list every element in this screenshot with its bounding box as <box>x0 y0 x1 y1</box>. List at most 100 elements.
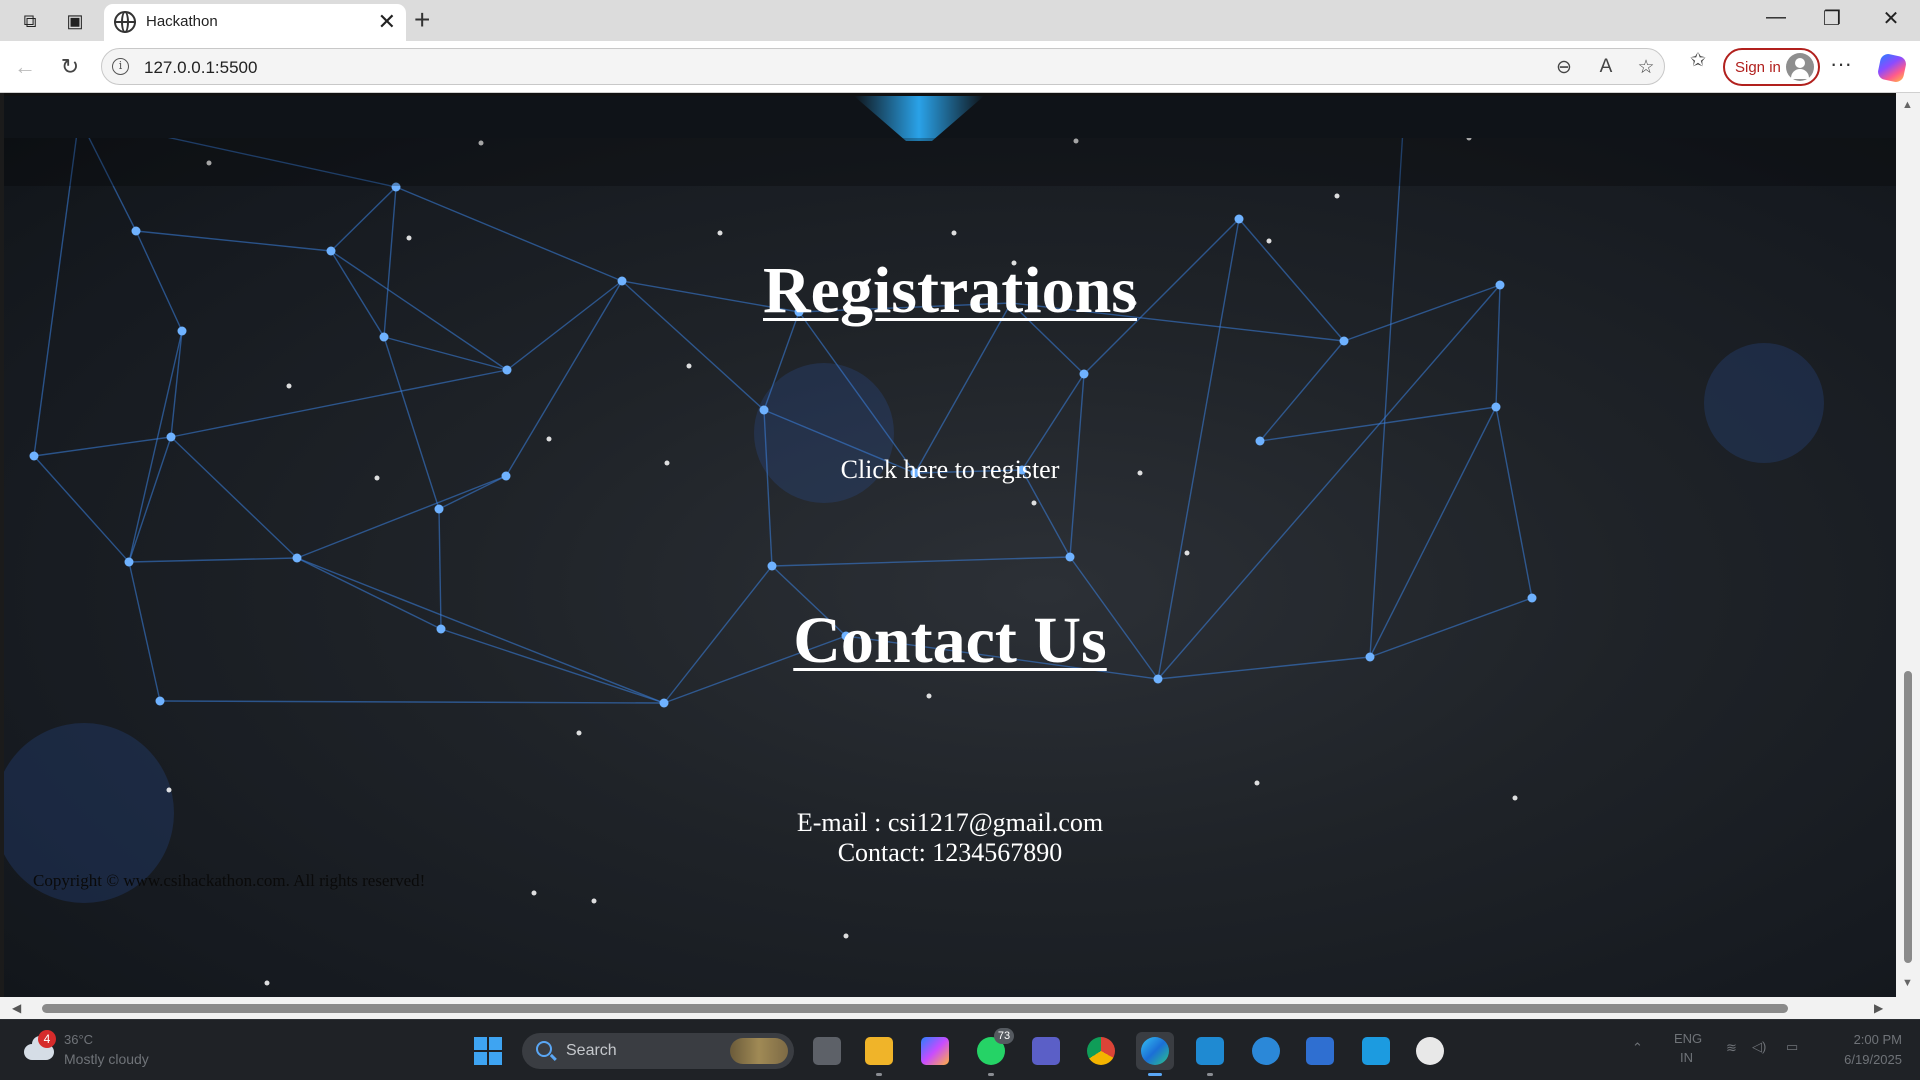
profile-avatar-icon <box>1786 53 1814 81</box>
more-options-icon[interactable]: ··· <box>1830 51 1852 77</box>
network-node <box>1491 402 1501 412</box>
network-node <box>155 696 165 706</box>
star-dot <box>951 230 957 236</box>
network-line <box>170 369 508 438</box>
vertical-scroll-thumb[interactable] <box>1904 671 1912 963</box>
teams-app[interactable] <box>1027 1032 1065 1070</box>
taskbar-search[interactable]: Search <box>522 1033 794 1069</box>
workspaces-icon[interactable]: ⧉ <box>17 8 43 34</box>
weather-widget[interactable]: 4 36°C Mostly cloudy <box>20 1030 170 1072</box>
scroll-up-icon[interactable]: ▲ <box>1902 99 1913 111</box>
network-line <box>1259 340 1345 442</box>
contact-heading: Contact Us <box>793 604 1107 677</box>
tray-overflow-icon[interactable]: ⌃ <box>1632 1040 1643 1056</box>
star-dot <box>546 436 552 442</box>
star-dot <box>406 235 412 241</box>
address-bar[interactable]: i 127.0.0.1:5500 ⊖ A ☆ <box>101 48 1665 85</box>
weather-badge: 4 <box>38 1030 56 1048</box>
star-dot <box>166 787 172 793</box>
volume-icon[interactable]: ◁) <box>1752 1039 1766 1055</box>
star-dot <box>576 730 582 736</box>
star-dot <box>717 230 723 236</box>
store-app[interactable] <box>1301 1032 1339 1070</box>
refresh-icon[interactable]: ↻ <box>54 51 86 83</box>
network-line <box>1369 112 1405 658</box>
network-line <box>135 230 332 252</box>
clock-app[interactable] <box>1411 1032 1449 1070</box>
close-tab-icon[interactable]: ✕ <box>378 9 396 35</box>
language-indicator-bottom[interactable]: IN <box>1680 1050 1693 1065</box>
myhp-app[interactable] <box>1357 1032 1395 1070</box>
vscode-app[interactable] <box>1191 1032 1229 1076</box>
edge-app[interactable] <box>1136 1032 1174 1076</box>
windows-taskbar: 4 36°C Mostly cloudy Search 73 ⌃ ENG IN … <box>0 1019 1920 1080</box>
minimize-icon[interactable]: — <box>1756 6 1796 29</box>
register-link[interactable]: Click here to register <box>4 455 1896 485</box>
star-dot <box>531 890 537 896</box>
whatsapp-badge: 73 <box>994 1028 1014 1044</box>
weather-condition: Mostly cloudy <box>64 1051 149 1067</box>
star-dot <box>1266 238 1272 244</box>
clock-date: 6/19/2025 <box>1844 1052 1902 1067</box>
registrations-heading: Registrations <box>763 254 1137 327</box>
read-aloud-icon[interactable]: A <box>1592 56 1620 78</box>
globe-icon <box>114 11 136 33</box>
vertical-scrollbar[interactable]: ▲ ▼ <box>1896 93 1920 997</box>
network-line <box>33 436 172 457</box>
network-line <box>128 330 183 563</box>
sign-in-button[interactable]: Sign in <box>1723 48 1820 86</box>
language-indicator-top[interactable]: ENG <box>1674 1031 1702 1046</box>
restore-icon[interactable]: ❐ <box>1812 6 1852 31</box>
url-text[interactable]: 127.0.0.1:5500 <box>144 58 257 78</box>
network-node <box>1339 336 1349 346</box>
network-node <box>124 557 134 567</box>
network-node <box>1234 214 1244 224</box>
back-arrow-icon[interactable]: ← <box>9 51 41 83</box>
clock-time: 2:00 PM <box>1853 1032 1902 1047</box>
star-dot <box>591 898 597 904</box>
system-clock[interactable]: 2:00 PM 6/19/2025 <box>1822 1030 1902 1070</box>
network-line <box>296 475 507 559</box>
whatsapp-app[interactable]: 73 <box>972 1028 1014 1076</box>
tab-hackathon[interactable]: Hackathon ✕ <box>104 4 406 41</box>
contact-email: E-mail : csi1217@gmail.com <box>796 808 1104 837</box>
scroll-right-icon[interactable]: ▶ <box>1874 1001 1883 1015</box>
site-header <box>4 93 1896 141</box>
network-node <box>1255 436 1265 446</box>
battery-icon[interactable]: ▭ <box>1786 1039 1798 1055</box>
weather-temp: 36°C <box>64 1032 94 1047</box>
zoom-out-icon[interactable]: ⊖ <box>1550 56 1578 79</box>
site-info-icon[interactable]: i <box>112 58 129 75</box>
contact-phone: Contact: 1234567890 <box>837 838 1063 867</box>
network-line <box>330 186 397 252</box>
network-node <box>659 698 669 708</box>
glow-blob <box>1704 343 1824 463</box>
vertical-tabs-icon[interactable]: ▣ <box>62 8 88 34</box>
network-node <box>131 226 141 236</box>
header-glow <box>854 96 984 141</box>
new-tab-button[interactable]: + <box>414 6 430 34</box>
chrome-app[interactable] <box>1082 1032 1120 1070</box>
copilot-app[interactable] <box>916 1032 954 1070</box>
horizontal-scroll-thumb[interactable] <box>42 1004 1788 1013</box>
window-close-icon[interactable]: ✕ <box>1871 6 1911 31</box>
start-button[interactable] <box>474 1037 502 1065</box>
search-icon <box>536 1041 552 1057</box>
help-app[interactable] <box>1247 1032 1285 1070</box>
scroll-left-icon[interactable]: ◀ <box>12 1001 21 1015</box>
network-line <box>771 556 1071 567</box>
horizontal-scrollbar[interactable]: ◀ ▶ <box>0 997 1896 1019</box>
network-node <box>379 332 389 342</box>
file-explorer-app[interactable] <box>860 1032 898 1076</box>
favorite-star-icon[interactable]: ☆ <box>1632 56 1660 79</box>
scroll-down-icon[interactable]: ▼ <box>1902 977 1913 989</box>
star-dot <box>1254 780 1260 786</box>
copilot-icon[interactable] <box>1876 52 1908 84</box>
network-node <box>166 432 176 442</box>
wifi-icon[interactable]: ≋ <box>1726 1040 1737 1056</box>
browser-tab-bar: ⧉ ▣ Hackathon ✕ + — ❐ ✕ <box>0 0 1920 41</box>
task-view-app[interactable] <box>808 1032 846 1070</box>
network-node <box>502 365 512 375</box>
network-line <box>128 557 298 563</box>
favorites-bar-icon[interactable]: ✩ <box>1684 49 1712 72</box>
